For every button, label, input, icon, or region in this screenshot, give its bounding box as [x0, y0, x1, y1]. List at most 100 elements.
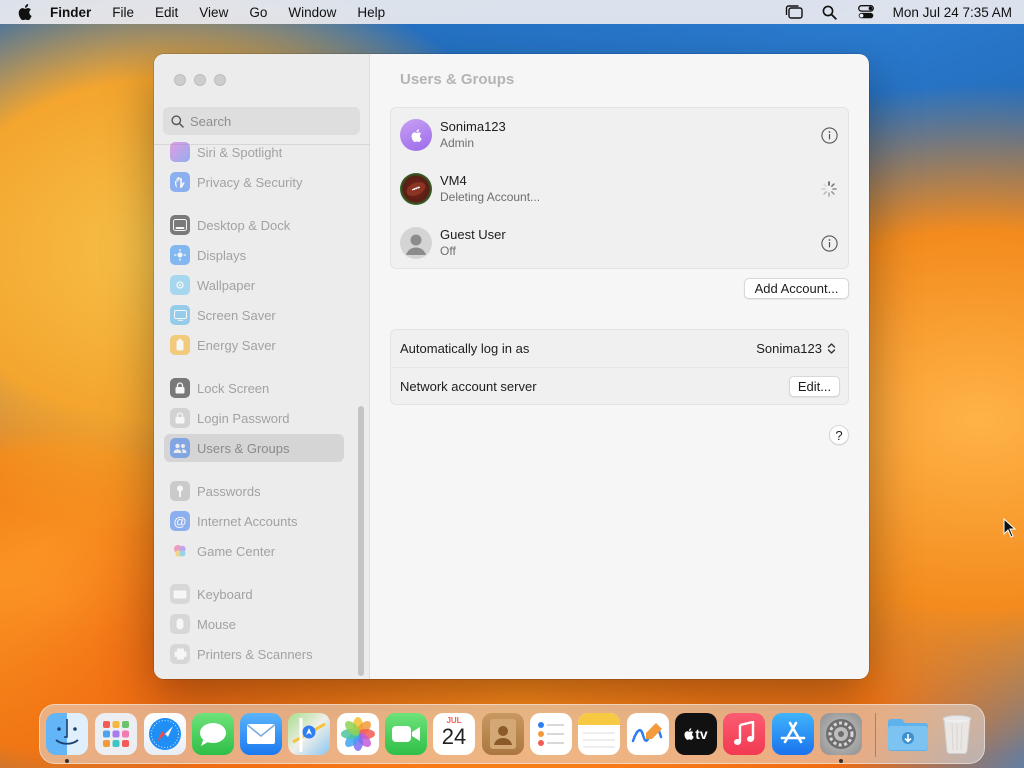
- dock-freeform-icon[interactable]: [627, 713, 669, 755]
- sidebar-item-displays[interactable]: Displays: [164, 241, 344, 269]
- printer-icon: [170, 644, 190, 664]
- dock-launchpad-icon[interactable]: [95, 713, 137, 755]
- menu-view[interactable]: View: [199, 5, 228, 20]
- search-input[interactable]: [190, 113, 350, 129]
- user-row-sonima123[interactable]: Sonima123 Admin: [391, 108, 848, 162]
- menu-window[interactable]: Window: [288, 5, 336, 20]
- football-avatar-icon: [400, 173, 432, 205]
- spotlight-search-icon[interactable]: [821, 4, 839, 20]
- sidebar-item-privacy-security[interactable]: Privacy & Security: [164, 168, 344, 196]
- sidebar-item-label: Internet Accounts: [197, 513, 298, 529]
- dock-notes-icon[interactable]: [578, 713, 620, 755]
- dock-system-settings-icon[interactable]: [820, 713, 862, 755]
- sidebar-item-game-center[interactable]: Game Center: [164, 537, 344, 565]
- menu-file[interactable]: File: [112, 5, 134, 20]
- dock-separator: [875, 713, 876, 757]
- dock-trash-icon[interactable]: [936, 713, 978, 755]
- sidebar-item-wallpaper[interactable]: Wallpaper: [164, 271, 344, 299]
- dock-music-icon[interactable]: [723, 713, 765, 755]
- menu-go[interactable]: Go: [249, 5, 267, 20]
- dock-contacts-icon[interactable]: [482, 713, 524, 755]
- system-settings-window: Siri & Spotlight Privacy & Security Desk…: [154, 54, 869, 679]
- mouse-pointer-icon: [1003, 518, 1017, 538]
- sidebar-item-energy-saver[interactable]: Energy Saver: [164, 331, 344, 359]
- sidebar-item-label: Displays: [197, 247, 247, 263]
- edit-network-server-button[interactable]: Edit...: [789, 375, 840, 397]
- zoom-window-button[interactable]: [214, 74, 226, 86]
- menu-bar: Finder File Edit View Go Window Help Mon…: [0, 0, 1024, 24]
- minimize-window-button[interactable]: [194, 74, 206, 86]
- info-icon[interactable]: [820, 126, 838, 144]
- sidebar-item-label: Printers & Scanners: [197, 646, 313, 662]
- dock-icon: [170, 215, 190, 235]
- stage-manager-icon[interactable]: [785, 4, 803, 20]
- dock: JUL 24 tv: [39, 704, 985, 764]
- auto-login-popup[interactable]: Sonima123: [756, 341, 836, 356]
- users-list: Sonima123 Admin VM4 Deleting Account...: [390, 107, 849, 269]
- sidebar-item-keyboard[interactable]: Keyboard: [164, 580, 344, 608]
- apple-menu-icon[interactable]: [18, 4, 34, 20]
- keyboard-icon: [170, 584, 190, 604]
- info-icon[interactable]: [820, 234, 838, 252]
- page-title: Users & Groups: [400, 71, 515, 88]
- menu-app-name[interactable]: Finder: [50, 5, 91, 20]
- sidebar-item-label: Game Center: [197, 543, 276, 559]
- dock-reminders-icon[interactable]: [530, 713, 572, 755]
- sidebar-item-label: Passwords: [197, 483, 261, 499]
- add-account-button[interactable]: Add Account...: [744, 278, 849, 299]
- search-field[interactable]: [163, 107, 360, 135]
- dock-maps-icon[interactable]: [288, 713, 330, 755]
- dock-safari-icon[interactable]: [144, 713, 186, 755]
- sidebar-item-lock-screen[interactable]: Lock Screen: [164, 374, 344, 402]
- sidebar-item-screen-saver[interactable]: Screen Saver: [164, 301, 344, 329]
- tv-label: tv: [695, 726, 708, 742]
- user-name: VM4: [440, 173, 467, 188]
- mouse-icon: [170, 614, 190, 634]
- auto-login-value: Sonima123: [756, 341, 822, 356]
- help-button[interactable]: ?: [829, 425, 849, 445]
- siri-icon: [170, 142, 190, 162]
- sidebar-item-internet-accounts[interactable]: @ Internet Accounts: [164, 507, 344, 535]
- auto-login-label: Automatically log in as: [400, 341, 530, 356]
- displays-icon: [170, 245, 190, 265]
- dock-calendar-icon[interactable]: JUL 24: [433, 713, 475, 755]
- sidebar: Siri & Spotlight Privacy & Security Desk…: [154, 54, 370, 679]
- sidebar-item-label: Screen Saver: [197, 307, 276, 323]
- sidebar-scrollbar[interactable]: [358, 406, 364, 676]
- sidebar-item-login-password[interactable]: Login Password: [164, 404, 344, 432]
- close-window-button[interactable]: [174, 74, 186, 86]
- at-icon: @: [170, 511, 190, 531]
- sidebar-item-printers-scanners[interactable]: Printers & Scanners: [164, 640, 344, 668]
- dock-downloads-folder-icon[interactable]: [887, 713, 929, 755]
- dock-photos-icon[interactable]: [337, 713, 379, 755]
- sidebar-item-mouse[interactable]: Mouse: [164, 610, 344, 638]
- hand-icon: [170, 172, 190, 192]
- dock-mail-icon[interactable]: [240, 713, 282, 755]
- dock-facetime-icon[interactable]: [385, 713, 427, 755]
- menu-edit[interactable]: Edit: [155, 5, 178, 20]
- search-icon: [171, 114, 184, 128]
- up-down-chevron-icon: [827, 343, 836, 354]
- dock-finder-icon[interactable]: [46, 713, 88, 755]
- sidebar-item-siri-spotlight[interactable]: Siri & Spotlight: [164, 138, 344, 166]
- control-center-icon[interactable]: [857, 4, 875, 20]
- sidebar-item-label: Desktop & Dock: [197, 217, 291, 233]
- dock-tv-icon[interactable]: tv: [675, 713, 717, 755]
- dock-app-store-icon[interactable]: [772, 713, 814, 755]
- auto-login-row: Automatically log in as Sonima123: [391, 330, 848, 367]
- sidebar-item-label: Lock Screen: [197, 380, 270, 396]
- login-password-icon: [170, 408, 190, 428]
- menu-help[interactable]: Help: [357, 5, 385, 20]
- sidebar-item-users-groups[interactable]: Users & Groups: [164, 434, 344, 462]
- sidebar-item-desktop-dock[interactable]: Desktop & Dock: [164, 211, 344, 239]
- login-options-group: Automatically log in as Sonima123 Networ…: [390, 329, 849, 405]
- sidebar-item-label: Siri & Spotlight: [197, 144, 283, 160]
- user-row-guest[interactable]: Guest User Off: [391, 216, 848, 270]
- sidebar-item-label: Privacy & Security: [197, 174, 303, 190]
- user-row-vm4[interactable]: VM4 Deleting Account...: [391, 162, 848, 216]
- menu-clock[interactable]: Mon Jul 24 7:35 AM: [893, 5, 1012, 20]
- sidebar-item-passwords[interactable]: Passwords: [164, 477, 344, 505]
- dock-messages-icon[interactable]: [192, 713, 234, 755]
- window-controls: [174, 74, 226, 86]
- sidebar-item-label: Login Password: [197, 410, 290, 426]
